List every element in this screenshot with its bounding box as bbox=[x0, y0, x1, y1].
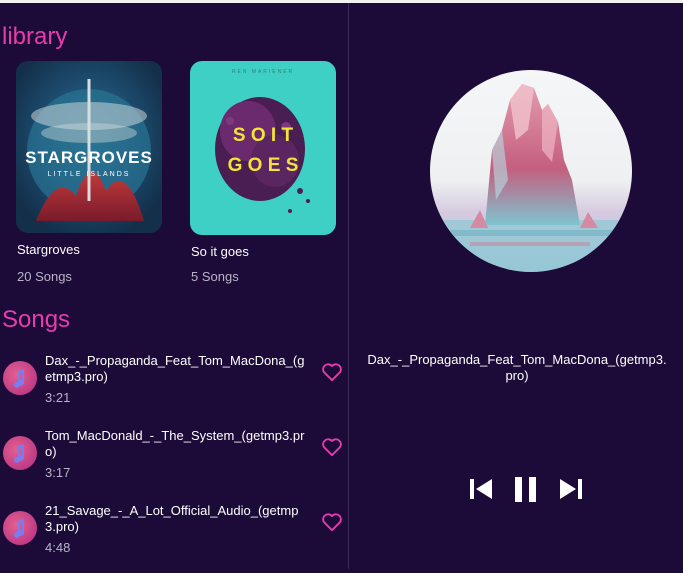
library-heading: library bbox=[2, 23, 68, 50]
song-title: Dax_-_Propaganda_Feat_Tom_MacDona_(getmp… bbox=[45, 353, 305, 384]
skip-next-icon[interactable] bbox=[559, 474, 583, 504]
song-duration: 3:21 bbox=[45, 390, 71, 405]
album-name: So it goes bbox=[191, 244, 249, 259]
album-cover-stargroves: STARGROVES LITTLE ISLANDS bbox=[16, 61, 162, 233]
song-row[interactable]: Tom_MacDonald_-_The_System_(getmp3.pro) … bbox=[0, 428, 348, 498]
skip-previous-icon[interactable] bbox=[469, 474, 493, 504]
favorite-heart-icon[interactable] bbox=[321, 512, 343, 532]
now-playing-pane: Dax_-_Propaganda_Feat_Tom_MacDona_(getmp… bbox=[349, 3, 683, 569]
album-song-count: 20 Songs bbox=[17, 269, 72, 284]
cover-title-text: STARGROVES bbox=[25, 148, 153, 167]
cover-subtitle-text: LITTLE ISLANDS bbox=[48, 171, 131, 178]
song-duration: 4:48 bbox=[45, 540, 71, 555]
song-duration: 3:17 bbox=[45, 465, 71, 480]
now-playing-artwork bbox=[430, 70, 632, 272]
album-song-count: 5 Songs bbox=[191, 269, 239, 284]
cover-letters-top: S O I T bbox=[233, 125, 294, 146]
now-playing-title: Dax_-_Propaganda_Feat_Tom_MacDona_(getmp… bbox=[367, 352, 667, 383]
cover-letters-bottom: G O E S bbox=[228, 155, 299, 176]
song-title: 21_Savage_-_A_Lot_Official_Audio_(getmp3… bbox=[45, 503, 299, 534]
music-note-icon bbox=[3, 436, 37, 470]
favorite-heart-icon[interactable] bbox=[321, 362, 343, 382]
library-pane: library STARGROVES LITTLE ISLANDS Stargr… bbox=[0, 3, 348, 569]
album-cover-so-it-goes: REN MARIENER S O I T G O E S bbox=[190, 61, 336, 235]
songs-heading: Songs bbox=[2, 306, 71, 333]
favorite-heart-icon[interactable] bbox=[321, 437, 343, 457]
song-title: Tom_MacDonald_-_The_System_(getmp3.pro) bbox=[45, 428, 305, 459]
album-name: Stargroves bbox=[17, 242, 80, 257]
music-note-icon bbox=[3, 511, 37, 545]
music-note-icon bbox=[3, 361, 37, 395]
song-row[interactable]: 21_Savage_-_A_Lot_Official_Audio_(getmp3… bbox=[0, 503, 348, 573]
pause-icon[interactable] bbox=[513, 474, 539, 504]
song-row[interactable]: Dax_-_Propaganda_Feat_Tom_MacDona_(getmp… bbox=[0, 353, 348, 423]
cover-artist-text: REN MARIENER bbox=[232, 69, 294, 75]
